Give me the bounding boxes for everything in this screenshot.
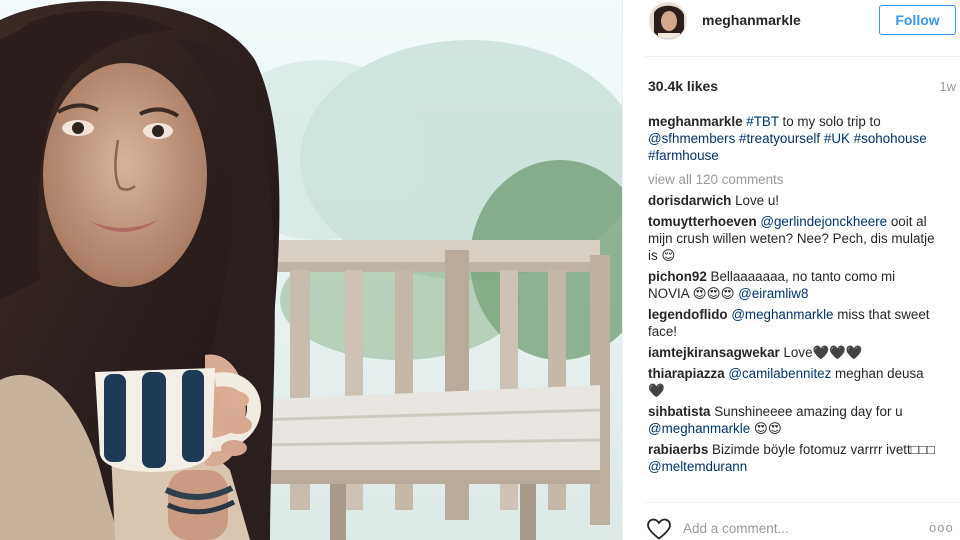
comment-item: thiarapiazza @camilabennitez meghan deus… xyxy=(648,365,938,399)
post-photo[interactable] xyxy=(0,0,622,540)
mention-link[interactable]: @meghanmarkle xyxy=(648,421,750,436)
comment-item: legendoflido @meghanmarkle miss that swe… xyxy=(648,306,938,340)
comment-text: Sunshineeee amazing day for u xyxy=(714,404,903,419)
comment-text: Love u! xyxy=(735,193,780,208)
hashtag-link[interactable]: #UK xyxy=(824,131,850,146)
mention-link[interactable]: @eiramliw8 xyxy=(738,286,808,301)
comment-username[interactable]: thiarapiazza xyxy=(648,366,725,381)
comment-username[interactable]: dorisdarwich xyxy=(648,193,731,208)
post-timestamp[interactable]: 1w xyxy=(939,79,956,94)
mention-link[interactable]: @sfhmembers xyxy=(648,131,735,146)
divider xyxy=(645,56,960,57)
post-author-username[interactable]: meghanmarkle xyxy=(702,12,801,28)
mention-link[interactable]: @gerlindejonckheere xyxy=(760,214,887,229)
comment-item: iamtejkiransagwekar Love🖤🖤🖤 xyxy=(648,344,938,361)
comment-text: Bizimde böyle fotomuz varrrr ivett□□□ xyxy=(712,442,935,457)
post-caption: meghanmarkle #TBT to my solo trip to @sf… xyxy=(648,113,938,164)
comment-username[interactable]: rabiaerbs xyxy=(648,442,708,457)
follow-button[interactable]: Follow xyxy=(879,5,956,35)
hashtag-link[interactable]: #sohohouse xyxy=(854,131,927,146)
photo-illustration xyxy=(0,0,622,540)
comment-username[interactable]: iamtejkiransagwekar xyxy=(648,345,780,360)
likes-count[interactable]: 30.4k likes xyxy=(648,78,718,94)
comment-text: Love🖤🖤🖤 xyxy=(783,345,863,360)
mention-link[interactable]: @meltemdurann xyxy=(648,459,747,474)
comment-item: pichon92 Bellaaaaaaa, no tanto como mi N… xyxy=(648,268,938,302)
post-header: meghanmarkle Follow xyxy=(623,0,960,42)
comment-item: rabiaerbs Bizimde böyle fotomuz varrrr i… xyxy=(648,441,938,475)
comment-item: sihbatista Sunshineeee amazing day for u… xyxy=(648,403,938,437)
view-all-comments-link[interactable]: view all 120 comments xyxy=(648,171,938,188)
comment-username[interactable]: tomuytterhoeven xyxy=(648,214,757,229)
mention-link[interactable]: @camilabennitez xyxy=(728,366,831,381)
more-options-icon[interactable]: ooo xyxy=(929,520,954,535)
hashtag-link[interactable]: #TBT xyxy=(746,114,779,129)
comment-text: 😍😍 xyxy=(750,421,782,436)
heart-outline-icon[interactable] xyxy=(646,518,672,540)
caption-username[interactable]: meghanmarkle xyxy=(648,114,743,129)
comment-username[interactable]: sihbatista xyxy=(648,404,711,419)
comment-username[interactable]: pichon92 xyxy=(648,269,707,284)
avatar[interactable] xyxy=(649,2,687,40)
comment-item: dorisdarwich Love u! xyxy=(648,192,938,209)
mention-link[interactable]: @meghanmarkle xyxy=(731,307,833,322)
comment-username[interactable]: legendoflido xyxy=(648,307,728,322)
add-comment-input[interactable] xyxy=(683,517,913,539)
post-side-panel: meghanmarkle Follow 30.4k likes 1w megha… xyxy=(622,0,960,540)
avatar-image xyxy=(650,3,686,39)
divider xyxy=(645,502,960,503)
caption-text: to my solo trip to xyxy=(778,114,881,129)
hashtag-link[interactable]: #treatyourself xyxy=(739,131,820,146)
comments-list: meghanmarkle #TBT to my solo trip to @sf… xyxy=(648,113,938,479)
hashtag-link[interactable]: #farmhouse xyxy=(648,148,719,163)
comment-item: tomuytterhoeven @gerlindejonckheere ooit… xyxy=(648,213,938,264)
